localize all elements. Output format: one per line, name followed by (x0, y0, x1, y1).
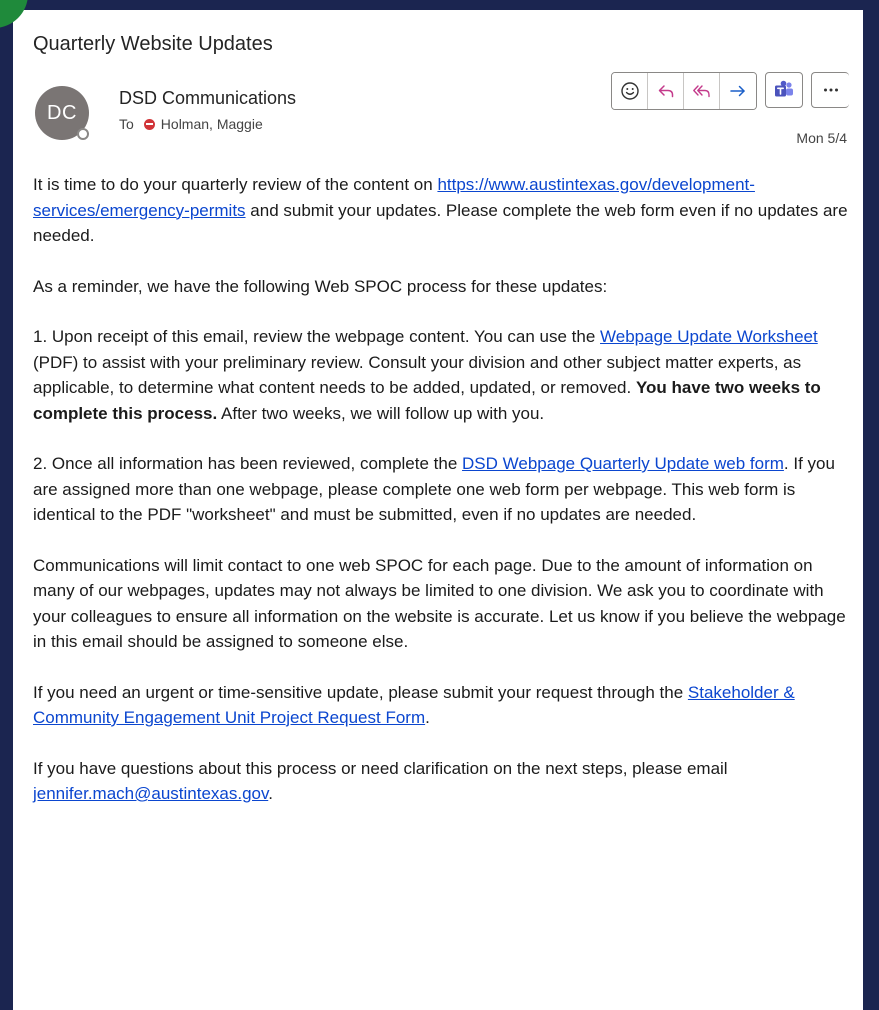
body-text: . (268, 784, 273, 803)
body-text: After two weeks, we will follow up with … (217, 403, 545, 423)
reply-icon (658, 85, 673, 98)
email-subject: Quarterly Website Updates (33, 33, 273, 55)
teams-icon (775, 80, 793, 97)
busy-status-icon (143, 118, 155, 130)
body-paragraph: 1. Upon receipt of this email, review th… (33, 324, 849, 426)
body-paragraph: 2. Once all information has been reviewe… (33, 451, 849, 528)
body-text: 1. Upon receipt of this email, review th… (33, 327, 601, 346)
presence-status-icon (77, 128, 89, 140)
body-text: It is time to do your quarterly review o… (33, 175, 438, 194)
forward-button[interactable] (720, 73, 756, 109)
body-paragraph: If you need an urgent or time-sensitive … (33, 680, 849, 731)
received-date: Mon 5/4 (796, 130, 847, 146)
email-header: DC DSD Communications To Holman, Maggie (33, 72, 849, 164)
recipient-line: To Holman, Maggie (119, 116, 263, 132)
body-text: . (425, 708, 430, 727)
body-paragraph: As a reminder, we have the following Web… (33, 276, 608, 296)
reply-all-icon (692, 85, 710, 98)
body-paragraph: It is time to do your quarterly review o… (33, 172, 849, 249)
reply-all-button[interactable] (684, 73, 720, 109)
sender-name[interactable]: DSD Communications (119, 88, 296, 109)
body-paragraph: Communications will limit contact to one… (33, 555, 846, 652)
body-text: 2. Once all information has been reviewe… (33, 454, 463, 473)
reply-button[interactable] (648, 73, 684, 109)
contact-email-link[interactable]: jennifer.mach@austintexas.gov (33, 784, 268, 803)
react-button[interactable] (612, 73, 648, 109)
body-paragraph: If you have questions about this process… (33, 756, 849, 807)
webpage-update-worksheet-link[interactable]: Webpage Update Worksheet (600, 327, 818, 346)
message-toolbar (611, 72, 849, 110)
action-button-group (611, 72, 757, 110)
more-icon (823, 88, 838, 92)
quarterly-update-web-form-link[interactable]: DSD Webpage Quarterly Update web form (462, 454, 784, 473)
to-label: To (119, 116, 134, 132)
more-actions-button[interactable] (811, 72, 849, 108)
forward-icon (730, 85, 745, 97)
email-body: It is time to do your quarterly review o… (33, 172, 849, 807)
teams-button[interactable] (765, 72, 803, 108)
emoji-icon (620, 82, 639, 100)
email-reading-pane: Quarterly Website Updates DC DSD Communi… (13, 10, 863, 1010)
recipient-name[interactable]: Holman, Maggie (161, 116, 263, 132)
body-text: If you need an urgent or time-sensitive … (33, 682, 688, 702)
body-text: If you have questions about this process… (33, 758, 728, 778)
